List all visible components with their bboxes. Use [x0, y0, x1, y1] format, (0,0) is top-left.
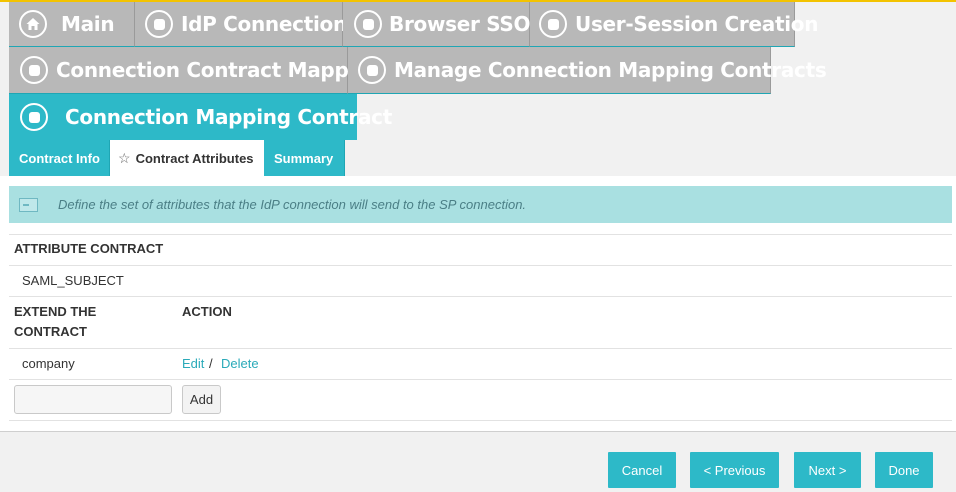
divider: [9, 348, 952, 349]
extend-header-line2: CONTRACT: [14, 324, 87, 339]
action-header: ACTION: [182, 304, 232, 319]
cancel-button[interactable]: Cancel: [608, 452, 676, 488]
breadcrumb-idp-connection[interactable]: IdP Connection: [135, 2, 347, 47]
breadcrumb-connection-contract-mapping[interactable]: Connection Contract Mapping: [9, 47, 383, 94]
extend-header-line1: EXTEND THE: [14, 304, 97, 319]
divider: [9, 265, 952, 266]
breadcrumb-manage-connection-mapping-contracts[interactable]: Manage Connection Mapping Contracts: [348, 47, 827, 94]
info-banner: Define the set of attributes that the Id…: [9, 186, 952, 223]
action-separator: /: [209, 356, 213, 371]
attribute-contract-header: ATTRIBUTE CONTRACT: [14, 241, 164, 256]
divider: [9, 420, 952, 421]
info-icon: [19, 197, 38, 212]
tab-label: Contract Attributes: [135, 150, 254, 166]
circle-dot-icon: [20, 103, 48, 131]
breadcrumb-label: Browser SSO: [389, 12, 531, 36]
breadcrumb-label: Manage Connection Mapping Contracts: [394, 58, 827, 82]
tab-contract-info[interactable]: Contract Info: [9, 140, 110, 176]
circle-dot-icon: [20, 56, 48, 84]
done-button[interactable]: Done: [875, 452, 933, 488]
breadcrumb-browser-sso[interactable]: Browser SSO: [343, 2, 531, 47]
breadcrumb-label: User-Session Creation: [575, 12, 819, 36]
circle-dot-icon: [358, 56, 386, 84]
info-text: Define the set of attributes that the Id…: [58, 197, 527, 212]
breadcrumb-connection-mapping-contract: Connection Mapping Contract: [9, 94, 392, 140]
breadcrumb-label: IdP Connection: [181, 12, 347, 36]
add-button[interactable]: Add: [182, 385, 221, 414]
next-button[interactable]: Next >: [794, 452, 861, 488]
extend-contract-header: EXTEND THE CONTRACT: [14, 302, 96, 342]
tab-label: Summary: [274, 150, 334, 166]
breadcrumb-label: Connection Contract Mapping: [56, 58, 383, 82]
new-attribute-input[interactable]: [14, 385, 172, 414]
circle-dot-icon: [145, 10, 173, 38]
breadcrumb-label: Connection Mapping Contract: [65, 105, 392, 129]
tab-label: Contract Info: [19, 150, 100, 166]
breadcrumb-user-session-creation[interactable]: User-Session Creation: [530, 2, 818, 47]
attribute-contract-item: SAML_SUBJECT: [22, 273, 124, 288]
breadcrumb-label: Main: [61, 12, 115, 36]
star-icon: ☆: [118, 149, 131, 166]
extended-attribute-name: company: [22, 356, 75, 371]
tab-summary[interactable]: Summary: [264, 140, 345, 176]
previous-button[interactable]: < Previous: [690, 452, 779, 488]
divider: [9, 296, 952, 297]
divider: [9, 234, 952, 235]
breadcrumb-main[interactable]: Main: [9, 2, 135, 47]
delete-link[interactable]: Delete: [221, 356, 259, 371]
divider: [9, 379, 952, 380]
circle-dot-icon: [539, 10, 567, 38]
edit-link[interactable]: Edit: [182, 356, 204, 371]
circle-dot-icon: [354, 10, 382, 38]
home-icon: [19, 10, 47, 38]
tab-contract-attributes[interactable]: ☆ Contract Attributes: [110, 140, 264, 176]
